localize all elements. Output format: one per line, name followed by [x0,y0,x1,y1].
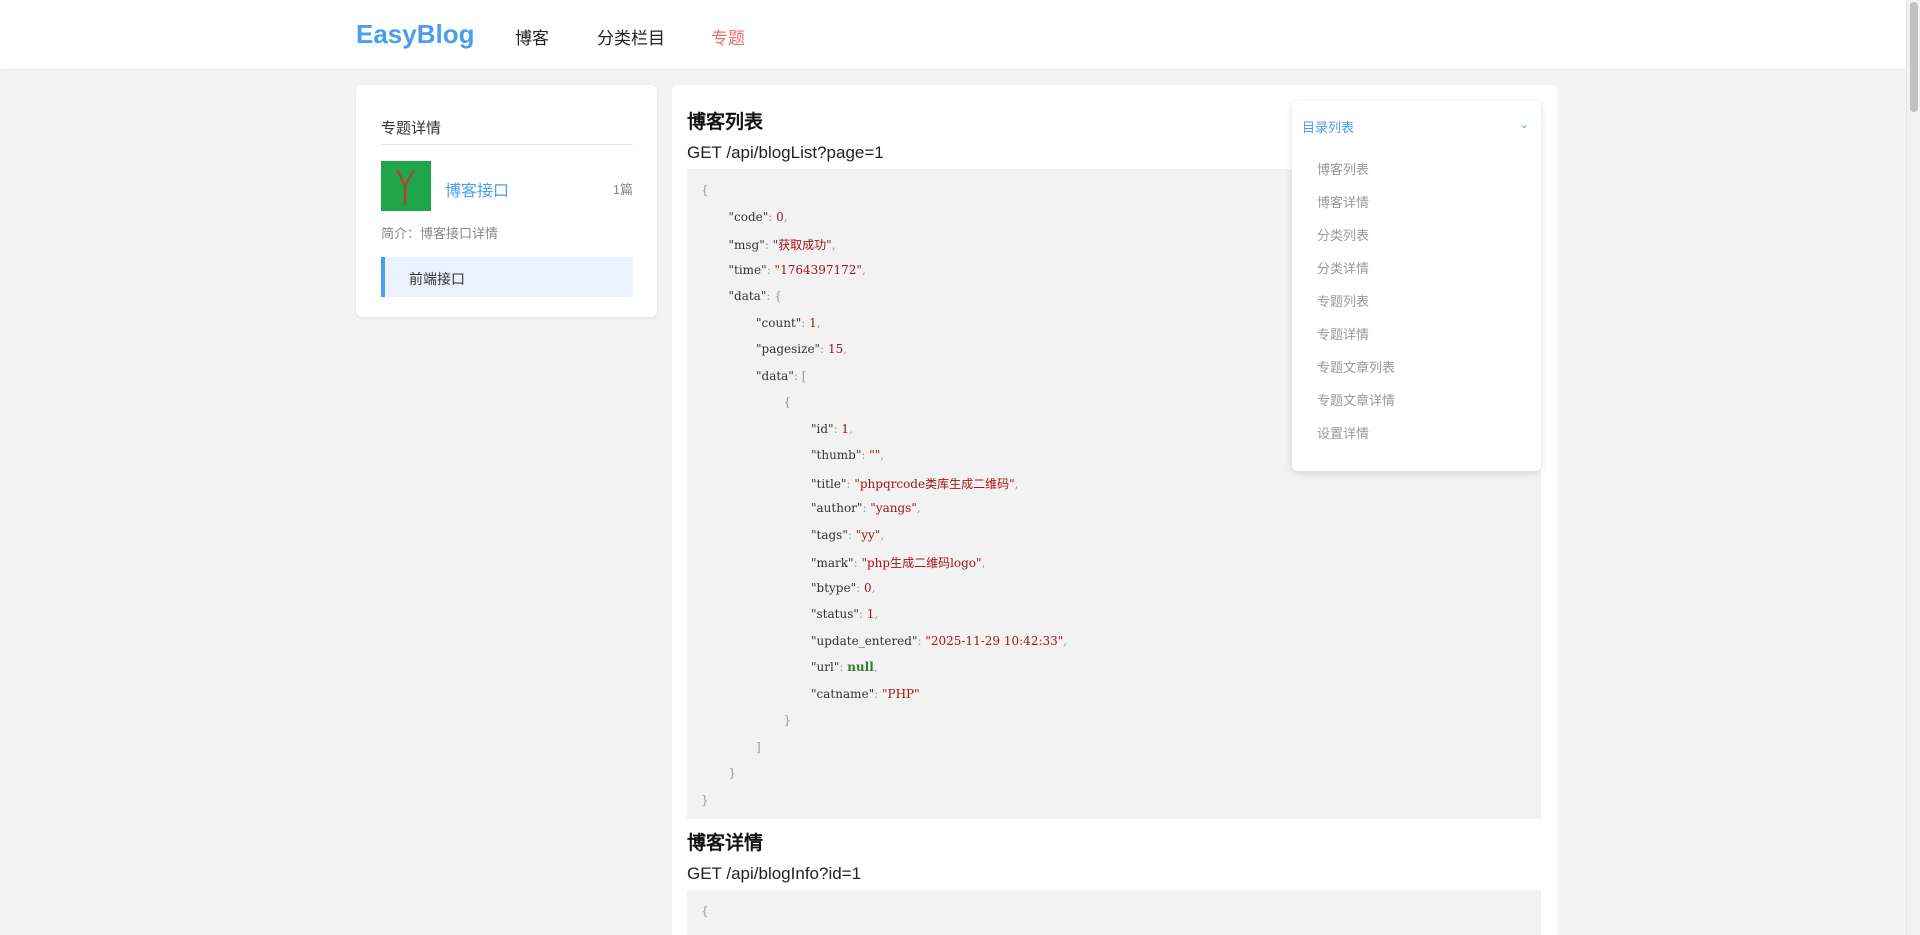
top-navbar: EasyBlog 博客 分类栏目 专题 [0,0,1906,69]
toc-item[interactable]: 专题文章详情 [1317,390,1395,409]
code-line: "count": 1, [756,315,821,330]
site-logo[interactable]: EasyBlog [356,19,475,50]
code-line: "data": { [728,289,782,303]
code-line: ] [756,739,761,754]
code-line: "mark": "php生成二维码logo", [811,556,986,570]
code-line: { [783,395,792,409]
toc-item[interactable]: 专题文章列表 [1317,357,1395,376]
code-line: { [701,183,709,197]
topic-detail-card: 专题详情 博客接口 1篇 简介：博客接口详情 前端接口 [356,85,657,317]
toc-item[interactable]: 分类列表 [1317,225,1369,244]
scrollbar-thumb[interactable] [1910,2,1918,112]
code-line: } [701,792,709,807]
code-line: "tags": "yy", [811,527,885,542]
code-line: "pagesize": 15, [756,342,848,356]
nav-topics[interactable]: 专题 [711,24,745,49]
topic-article-count: 1篇 [612,182,633,197]
code-line: "time": "1764397172", [728,262,866,277]
topic-thumbnail-image [396,169,415,205]
code-block-blog-info: { [687,890,1541,935]
code-line: } [728,766,737,780]
sidebar-item-frontend-api[interactable]: 前端接口 [381,257,633,297]
code-line: "catname": "PHP" [811,686,920,701]
code-line: "update_entered": "2025-11-29 10:42:33", [811,633,1068,648]
card-title: 专题详情 [381,120,442,137]
code-line: "msg": "获取成功", [728,238,836,252]
code-line: "status": 1, [811,607,879,621]
section-title-blog-info: 博客详情 [687,833,764,854]
toc-item[interactable]: 博客详情 [1317,192,1369,211]
table-of-contents: 目录列表 ⌄ 博客列表 博客详情 分类列表 分类详情 专题列表 专题详情 专题文… [1292,101,1541,471]
topic-thumbnail [381,161,431,211]
card-divider [381,144,633,145]
code-line: "btype": 0, [811,580,876,595]
toc-title[interactable]: 目录列表 [1302,117,1354,136]
code-line: "id": 1, [811,421,853,436]
code-line: "thumb": "", [811,448,885,462]
topic-name[interactable]: 博客接口 [445,177,509,201]
code-line: "author": "yangs", [811,501,921,515]
section-title-blog-list: 博客列表 [687,112,764,133]
page-scrollbar[interactable] [1906,0,1920,935]
sidebar-item-label: 前端接口 [409,271,465,287]
endpoint-blog-list: GET /api/blogList?page=1 [687,143,884,162]
toc-item[interactable]: 设置详情 [1317,423,1369,442]
toc-item[interactable]: 专题详情 [1317,324,1369,343]
toc-item[interactable]: 专题列表 [1317,291,1369,310]
topic-description: 简介：博客接口详情 [381,226,499,241]
toc-item[interactable]: 分类详情 [1317,258,1369,277]
code-line: "code": 0, [728,209,788,224]
code-line: "url": null, [811,660,878,674]
toc-item[interactable]: 博客列表 [1317,159,1369,178]
nav-blog[interactable]: 博客 [515,24,549,49]
endpoint-blog-info: GET /api/blogInfo?id=1 [687,864,862,883]
code-line: } [783,713,792,727]
code-line: { [701,904,709,918]
code-line: "data": [ [756,368,807,383]
code-line: "title": "phpqrcode类库生成二维码", [811,476,1019,491]
nav-categories[interactable]: 分类栏目 [597,24,665,49]
chevron-down-icon[interactable]: ⌄ [1520,118,1529,131]
